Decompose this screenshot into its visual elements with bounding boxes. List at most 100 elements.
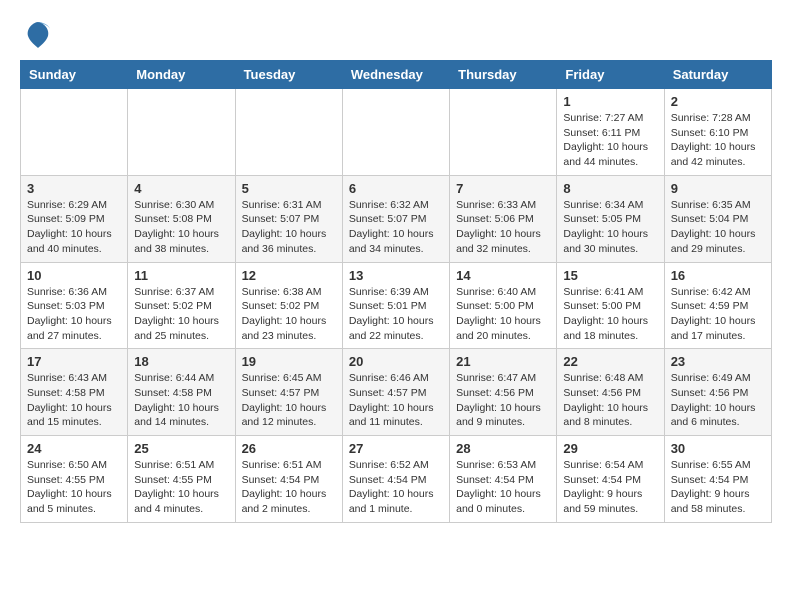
day-info: Sunrise: 6:42 AM Sunset: 4:59 PM Dayligh…: [671, 285, 765, 344]
calendar-day-cell: 22 Sunrise: 6:48 AM Sunset: 4:56 PM Dayli…: [557, 349, 664, 436]
day-info: Sunrise: 6:41 AM Sunset: 5:00 PM Dayligh…: [563, 285, 657, 344]
calendar-day-cell: 8 Sunrise: 6:34 AM Sunset: 5:05 PM Daylig…: [557, 175, 664, 262]
day-info: Sunrise: 6:37 AM Sunset: 5:02 PM Dayligh…: [134, 285, 228, 344]
calendar-day-cell: 2 Sunrise: 7:28 AM Sunset: 6:10 PM Daylig…: [664, 89, 771, 176]
calendar-day-cell: 4 Sunrise: 6:30 AM Sunset: 5:08 PM Daylig…: [128, 175, 235, 262]
day-info: Sunrise: 7:27 AM Sunset: 6:11 PM Dayligh…: [563, 111, 657, 170]
calendar-day-cell: 29 Sunrise: 6:54 AM Sunset: 4:54 PM Dayli…: [557, 436, 664, 523]
day-number: 19: [242, 354, 336, 369]
day-number: 3: [27, 181, 121, 196]
day-number: 24: [27, 441, 121, 456]
day-info: Sunrise: 6:34 AM Sunset: 5:05 PM Dayligh…: [563, 198, 657, 257]
calendar-day-cell: [450, 89, 557, 176]
calendar-day-cell: 11 Sunrise: 6:37 AM Sunset: 5:02 PM Dayli…: [128, 262, 235, 349]
page-header: [20, 20, 772, 50]
day-number: 10: [27, 268, 121, 283]
day-number: 30: [671, 441, 765, 456]
day-number: 29: [563, 441, 657, 456]
day-info: Sunrise: 6:54 AM Sunset: 4:54 PM Dayligh…: [563, 458, 657, 517]
calendar-day-cell: 23 Sunrise: 6:49 AM Sunset: 4:56 PM Dayli…: [664, 349, 771, 436]
calendar-day-cell: 17 Sunrise: 6:43 AM Sunset: 4:58 PM Dayli…: [21, 349, 128, 436]
day-number: 7: [456, 181, 550, 196]
weekday-header: Wednesday: [342, 61, 449, 89]
day-info: Sunrise: 6:46 AM Sunset: 4:57 PM Dayligh…: [349, 371, 443, 430]
day-info: Sunrise: 6:31 AM Sunset: 5:07 PM Dayligh…: [242, 198, 336, 257]
day-number: 4: [134, 181, 228, 196]
day-info: Sunrise: 7:28 AM Sunset: 6:10 PM Dayligh…: [671, 111, 765, 170]
day-info: Sunrise: 6:38 AM Sunset: 5:02 PM Dayligh…: [242, 285, 336, 344]
day-number: 13: [349, 268, 443, 283]
weekday-header: Tuesday: [235, 61, 342, 89]
weekday-header: Sunday: [21, 61, 128, 89]
weekday-header: Friday: [557, 61, 664, 89]
calendar-day-cell: 7 Sunrise: 6:33 AM Sunset: 5:06 PM Daylig…: [450, 175, 557, 262]
calendar-day-cell: [342, 89, 449, 176]
day-number: 16: [671, 268, 765, 283]
day-info: Sunrise: 6:55 AM Sunset: 4:54 PM Dayligh…: [671, 458, 765, 517]
day-number: 23: [671, 354, 765, 369]
calendar-day-cell: 3 Sunrise: 6:29 AM Sunset: 5:09 PM Daylig…: [21, 175, 128, 262]
calendar-day-cell: [235, 89, 342, 176]
day-number: 6: [349, 181, 443, 196]
day-number: 11: [134, 268, 228, 283]
calendar-day-cell: 21 Sunrise: 6:47 AM Sunset: 4:56 PM Dayli…: [450, 349, 557, 436]
calendar-day-cell: 26 Sunrise: 6:51 AM Sunset: 4:54 PM Dayli…: [235, 436, 342, 523]
calendar-day-cell: 10 Sunrise: 6:36 AM Sunset: 5:03 PM Dayli…: [21, 262, 128, 349]
day-number: 22: [563, 354, 657, 369]
calendar-week-row: 24 Sunrise: 6:50 AM Sunset: 4:55 PM Dayli…: [21, 436, 772, 523]
calendar-day-cell: 12 Sunrise: 6:38 AM Sunset: 5:02 PM Dayli…: [235, 262, 342, 349]
day-info: Sunrise: 6:53 AM Sunset: 4:54 PM Dayligh…: [456, 458, 550, 517]
calendar-day-cell: 24 Sunrise: 6:50 AM Sunset: 4:55 PM Dayli…: [21, 436, 128, 523]
calendar-day-cell: 19 Sunrise: 6:45 AM Sunset: 4:57 PM Dayli…: [235, 349, 342, 436]
day-info: Sunrise: 6:43 AM Sunset: 4:58 PM Dayligh…: [27, 371, 121, 430]
day-number: 1: [563, 94, 657, 109]
day-number: 2: [671, 94, 765, 109]
calendar-day-cell: [21, 89, 128, 176]
header-row: SundayMondayTuesdayWednesdayThursdayFrid…: [21, 61, 772, 89]
day-info: Sunrise: 6:50 AM Sunset: 4:55 PM Dayligh…: [27, 458, 121, 517]
calendar-day-cell: 9Sunrise: 6:35 AM Sunset: 5:04 PM Daylig…: [664, 175, 771, 262]
calendar-day-cell: 16 Sunrise: 6:42 AM Sunset: 4:59 PM Dayli…: [664, 262, 771, 349]
day-info: Sunrise: 6:51 AM Sunset: 4:54 PM Dayligh…: [242, 458, 336, 517]
day-info: Sunrise: 6:49 AM Sunset: 4:56 PM Dayligh…: [671, 371, 765, 430]
calendar-day-cell: 20 Sunrise: 6:46 AM Sunset: 4:57 PM Dayli…: [342, 349, 449, 436]
day-number: 8: [563, 181, 657, 196]
logo-bird-icon: [24, 20, 52, 50]
day-info: Sunrise: 6:32 AM Sunset: 5:07 PM Dayligh…: [349, 198, 443, 257]
day-info: Sunrise: 6:52 AM Sunset: 4:54 PM Dayligh…: [349, 458, 443, 517]
day-info: Sunrise: 6:33 AM Sunset: 5:06 PM Dayligh…: [456, 198, 550, 257]
day-number: 20: [349, 354, 443, 369]
day-number: 17: [27, 354, 121, 369]
day-number: 21: [456, 354, 550, 369]
day-info: Sunrise: 6:39 AM Sunset: 5:01 PM Dayligh…: [349, 285, 443, 344]
day-number: 14: [456, 268, 550, 283]
day-info: Sunrise: 6:29 AM Sunset: 5:09 PM Dayligh…: [27, 198, 121, 257]
day-number: 28: [456, 441, 550, 456]
calendar-day-cell: 25 Sunrise: 6:51 AM Sunset: 4:55 PM Dayli…: [128, 436, 235, 523]
calendar-day-cell: 27Sunrise: 6:52 AM Sunset: 4:54 PM Dayli…: [342, 436, 449, 523]
day-info: Sunrise: 6:48 AM Sunset: 4:56 PM Dayligh…: [563, 371, 657, 430]
calendar-day-cell: 5 Sunrise: 6:31 AM Sunset: 5:07 PM Daylig…: [235, 175, 342, 262]
day-info: Sunrise: 6:45 AM Sunset: 4:57 PM Dayligh…: [242, 371, 336, 430]
weekday-header: Saturday: [664, 61, 771, 89]
calendar-week-row: 1 Sunrise: 7:27 AM Sunset: 6:11 PM Daylig…: [21, 89, 772, 176]
day-number: 5: [242, 181, 336, 196]
calendar-day-cell: 28 Sunrise: 6:53 AM Sunset: 4:54 PM Dayli…: [450, 436, 557, 523]
logo: [20, 20, 52, 50]
day-number: 26: [242, 441, 336, 456]
calendar-day-cell: 14Sunrise: 6:40 AM Sunset: 5:00 PM Dayli…: [450, 262, 557, 349]
day-number: 9: [671, 181, 765, 196]
calendar-day-cell: 1 Sunrise: 7:27 AM Sunset: 6:11 PM Daylig…: [557, 89, 664, 176]
calendar-week-row: 10 Sunrise: 6:36 AM Sunset: 5:03 PM Dayli…: [21, 262, 772, 349]
day-info: Sunrise: 6:47 AM Sunset: 4:56 PM Dayligh…: [456, 371, 550, 430]
calendar-table: SundayMondayTuesdayWednesdayThursdayFrid…: [20, 60, 772, 523]
calendar-day-cell: 30 Sunrise: 6:55 AM Sunset: 4:54 PM Dayli…: [664, 436, 771, 523]
day-info: Sunrise: 6:36 AM Sunset: 5:03 PM Dayligh…: [27, 285, 121, 344]
day-number: 15: [563, 268, 657, 283]
day-info: Sunrise: 6:51 AM Sunset: 4:55 PM Dayligh…: [134, 458, 228, 517]
day-number: 25: [134, 441, 228, 456]
day-info: Sunrise: 6:30 AM Sunset: 5:08 PM Dayligh…: [134, 198, 228, 257]
calendar-day-cell: 15 Sunrise: 6:41 AM Sunset: 5:00 PM Dayli…: [557, 262, 664, 349]
calendar-day-cell: 6 Sunrise: 6:32 AM Sunset: 5:07 PM Daylig…: [342, 175, 449, 262]
day-number: 12: [242, 268, 336, 283]
